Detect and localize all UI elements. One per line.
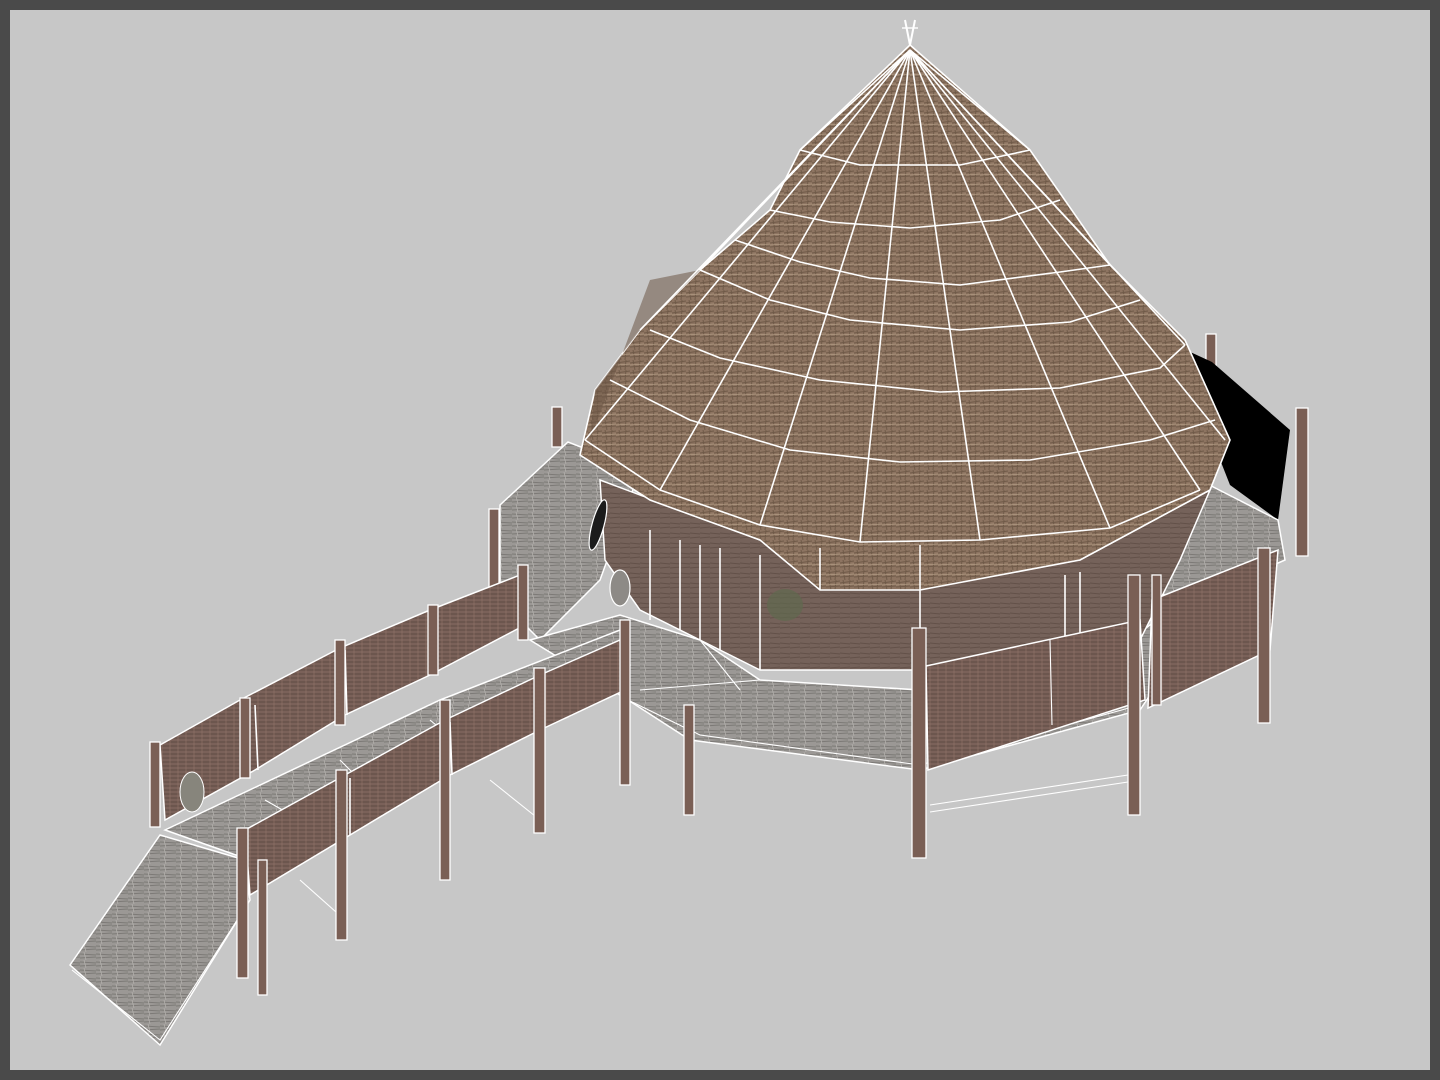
walkway-stone	[179, 771, 205, 813]
scene-render	[69, 19, 1309, 1047]
pot	[609, 569, 631, 607]
thatch-roof	[579, 19, 1231, 591]
ramp	[69, 834, 251, 1047]
3d-viewport[interactable]	[0, 0, 1440, 1080]
